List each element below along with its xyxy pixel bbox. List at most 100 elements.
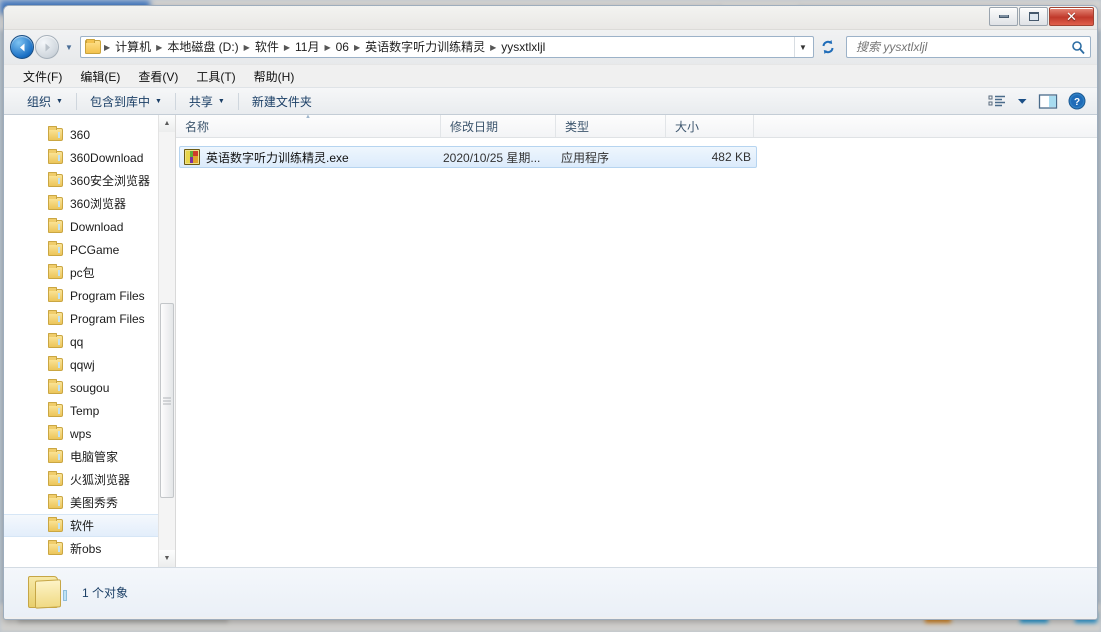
- tree-item-download[interactable]: Download: [4, 215, 175, 238]
- breadcrumb-item-0[interactable]: 计算机: [111, 37, 155, 57]
- history-dropdown-button[interactable]: ▼: [61, 36, 77, 58]
- breadcrumb-item-6[interactable]: yysxtlxljl: [497, 37, 549, 57]
- breadcrumb-separator: ▶: [104, 42, 111, 52]
- address-bar[interactable]: ▶ 计算机 ▶ 本地磁盘 (D:) ▶ 软件 ▶ 11月 ▶ 06 ▶ 英语数字…: [80, 36, 814, 58]
- organize-button[interactable]: 组织 ▼: [18, 90, 72, 113]
- folder-icon: [48, 149, 63, 164]
- tree-item-ruanjian[interactable]: 软件: [4, 514, 175, 537]
- search-icon[interactable]: [1071, 40, 1086, 55]
- breadcrumb-item-4[interactable]: 06: [332, 37, 353, 57]
- preview-pane-button[interactable]: [1033, 91, 1063, 112]
- tree-item-360download[interactable]: 360Download: [4, 146, 175, 169]
- tree-item-360anquanliulanqi[interactable]: 360安全浏览器: [4, 169, 175, 192]
- tree-item-label: sougou: [70, 380, 110, 395]
- tree-item-program-files-x86[interactable]: Program Files: [4, 307, 175, 330]
- folder-icon: [48, 425, 63, 440]
- tree-item-360liulanqi[interactable]: 360浏览器: [4, 192, 175, 215]
- forward-arrow-icon: [45, 43, 50, 51]
- forward-button[interactable]: [35, 35, 59, 59]
- scroll-down-button[interactable]: ▼: [159, 550, 175, 567]
- menu-item-edit[interactable]: 编辑(E): [71, 66, 129, 87]
- tree-item-xinobs[interactable]: 新obs: [4, 537, 175, 560]
- tree-item-qqwj[interactable]: qqwj: [4, 353, 175, 376]
- folder-icon: [85, 39, 101, 54]
- search-input[interactable]: [854, 39, 1071, 55]
- scrollbar-grip-icon: [163, 397, 171, 404]
- column-header-date[interactable]: 修改日期: [441, 115, 556, 137]
- tree-item-label: PCGame: [70, 242, 120, 257]
- view-mode-button[interactable]: [983, 92, 1012, 111]
- folder-icon: [48, 241, 63, 256]
- back-button[interactable]: [10, 35, 34, 59]
- tree-item-label: 火狐浏览器: [70, 473, 131, 487]
- search-box[interactable]: [846, 36, 1091, 58]
- breadcrumb-separator[interactable]: ▶: [353, 43, 361, 52]
- tree-item-temp[interactable]: Temp: [4, 399, 175, 422]
- tree-item-meituxiuxiu[interactable]: 美图秀秀: [4, 491, 175, 514]
- scrollbar-thumb[interactable]: [160, 303, 174, 498]
- tree-item-label: Temp: [70, 403, 100, 418]
- minimize-button[interactable]: [989, 7, 1018, 26]
- column-header-size[interactable]: 大小: [666, 115, 754, 137]
- folder-icon: [48, 310, 63, 325]
- folder-icon: [48, 218, 63, 233]
- tree-item-pcbao[interactable]: pc包: [4, 261, 175, 284]
- breadcrumb-item-3[interactable]: 11月: [291, 37, 323, 57]
- folder-icon: [48, 494, 63, 509]
- back-arrow-icon: [19, 43, 24, 51]
- table-row[interactable]: 英语数字听力训练精灵.exe 2020/10/25 星期... 应用程序 482…: [179, 146, 757, 168]
- tree-item-sougou[interactable]: sougou: [4, 376, 175, 399]
- menu-item-file[interactable]: 文件(F): [14, 66, 71, 87]
- share-label: 共享: [188, 94, 213, 109]
- explorer-body: 360 360Download 360安全浏览器 360浏览器 Download: [4, 115, 1097, 567]
- tree-item-program-files[interactable]: Program Files: [4, 284, 175, 307]
- breadcrumb-separator[interactable]: ▶: [283, 43, 291, 52]
- scroll-up-button[interactable]: ▲: [159, 115, 175, 132]
- breadcrumb-separator[interactable]: ▶: [323, 43, 331, 52]
- menu-item-view[interactable]: 查看(V): [129, 66, 187, 87]
- refresh-button[interactable]: [816, 35, 840, 59]
- close-button[interactable]: ✕: [1049, 7, 1094, 26]
- column-header-name[interactable]: 名称: [176, 115, 441, 137]
- breadcrumb-separator[interactable]: ▶: [155, 43, 163, 52]
- tree-item-label: 360浏览器: [70, 197, 127, 211]
- breadcrumb-separator[interactable]: ▶: [243, 43, 251, 52]
- tree-item-360[interactable]: 360: [4, 123, 175, 146]
- breadcrumb-separator[interactable]: ▶: [489, 43, 497, 52]
- include-in-library-label: 包含到库中: [89, 94, 150, 109]
- navigation-pane-scrollbar[interactable]: ▲ ▼: [158, 115, 175, 567]
- close-icon: ✕: [1066, 9, 1077, 24]
- tree-item-qq[interactable]: qq: [4, 330, 175, 353]
- menu-item-tools[interactable]: 工具(T): [187, 66, 244, 87]
- tree-item-label: 美图秀秀: [70, 496, 119, 510]
- tree-item-pcgame[interactable]: PCGame: [4, 238, 175, 261]
- window-controls: ✕: [989, 7, 1094, 26]
- tree-item-label: qqwj: [70, 357, 95, 372]
- include-in-library-button[interactable]: 包含到库中 ▼: [81, 90, 171, 113]
- breadcrumb: ▶ 计算机 ▶ 本地磁盘 (D:) ▶ 软件 ▶ 11月 ▶ 06 ▶ 英语数字…: [103, 37, 794, 57]
- tree-item-label: Program Files: [70, 288, 145, 303]
- tree-item-label: pc包: [70, 266, 95, 280]
- menu-item-help[interactable]: 帮助(H): [245, 66, 304, 87]
- new-folder-button[interactable]: 新建文件夹: [243, 90, 321, 113]
- file-list-pane: 名称 修改日期 类型 大小 英语数字听力训练精灵.exe 2020/10/25 …: [176, 115, 1097, 567]
- breadcrumb-item-5[interactable]: 英语数字听力训练精灵: [361, 37, 489, 57]
- column-header-type[interactable]: 类型: [556, 115, 666, 137]
- tree-item-label: Program Files: [70, 311, 145, 326]
- svg-text:?: ?: [1074, 97, 1080, 108]
- breadcrumb-item-1[interactable]: 本地磁盘 (D:): [163, 37, 242, 57]
- maximize-button[interactable]: [1019, 7, 1048, 26]
- help-button[interactable]: ?: [1063, 90, 1091, 112]
- tree-item-diannaoguanjia[interactable]: 电脑管家: [4, 445, 175, 468]
- title-bar[interactable]: ✕: [4, 6, 1097, 30]
- folder-icon: [48, 402, 63, 417]
- folder-icon: [48, 356, 63, 371]
- tree-item-wps[interactable]: wps: [4, 422, 175, 445]
- view-mode-dropdown-button[interactable]: [1012, 95, 1033, 107]
- tree-item-huohuliulanqi[interactable]: 火狐浏览器: [4, 468, 175, 491]
- file-name-label: 英语数字听力训练精灵.exe: [206, 150, 349, 165]
- address-dropdown-button[interactable]: ▼: [794, 37, 811, 57]
- breadcrumb-item-2[interactable]: 软件: [251, 37, 283, 57]
- share-button[interactable]: 共享 ▼: [180, 90, 234, 113]
- file-type-cell: 应用程序: [561, 150, 610, 165]
